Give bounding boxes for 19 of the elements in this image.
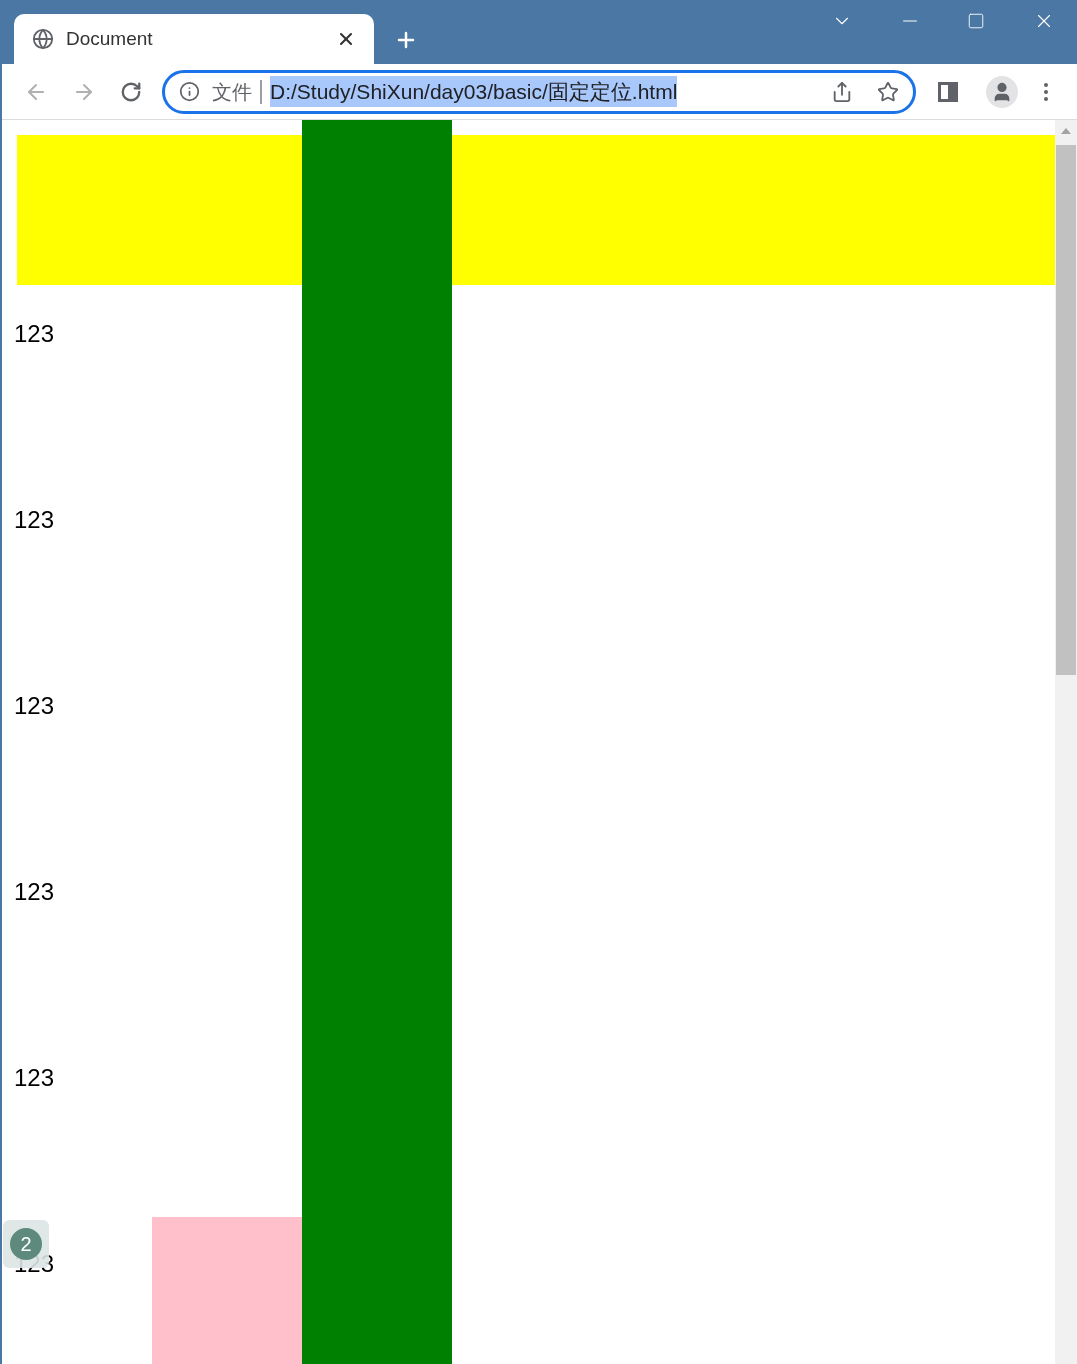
reload-icon[interactable] (120, 80, 142, 103)
info-icon (179, 81, 200, 102)
url-text: D:/Study/ShiXun/day03/basic/固定定位.html (270, 75, 678, 108)
maximize-icon[interactable] (967, 12, 985, 30)
scheme-label: 文件 (212, 79, 252, 105)
browser-tab[interactable]: Document (14, 14, 374, 64)
text-line: 123 (14, 506, 55, 534)
text-line: 123 (14, 1064, 55, 1092)
share-icon[interactable] (831, 80, 853, 103)
text-line: 123 (14, 878, 55, 906)
side-panel-icon[interactable] (938, 81, 958, 102)
text-line: 123 (14, 320, 55, 348)
tab-title: Document (66, 26, 154, 51)
globe-icon (32, 28, 54, 50)
profile-avatar[interactable] (986, 75, 1018, 108)
text-line: 123 (14, 692, 55, 720)
address-bar[interactable]: 文件 D:/Study/ShiXun/day03/basic/固定定位.html (162, 69, 916, 114)
count-badge: 2 (10, 1228, 42, 1260)
bookmark-star-icon[interactable] (877, 80, 899, 103)
